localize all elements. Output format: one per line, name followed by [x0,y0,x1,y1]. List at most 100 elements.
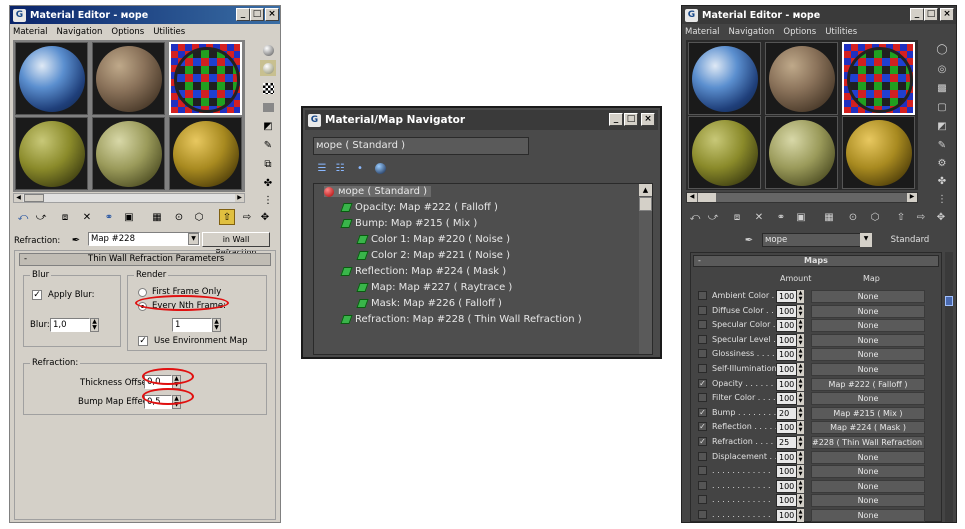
get-material-icon[interactable]: ⤺ [15,209,31,225]
tree-node-reflection[interactable]: Reflection: Map #224 ( Mask ) [340,266,506,277]
put-to-scene-icon[interactable]: ⤻ [33,209,49,225]
navigator-maximize-button[interactable]: □ [624,113,638,126]
rollout-toggle[interactable]: - [24,254,27,264]
right-material-dropdown-arrow-icon[interactable]: ▼ [860,233,872,247]
blur-value-field[interactable]: 1,0 [50,318,90,332]
map-slot-button[interactable]: #228 ( Thin Wall Refraction ) [811,436,925,449]
map-amount-field[interactable]: 100 [776,509,797,522]
map-slot-button[interactable]: None [811,333,925,347]
map-slot-button[interactable]: None [811,348,925,362]
map-slot-button[interactable]: None [811,392,925,406]
map-slot-button[interactable]: None [811,465,925,479]
right-assign-icon[interactable]: ⧈ [730,210,744,224]
navigator-search-field[interactable]: море ( Standard ) [313,137,529,155]
map-amount-spinner[interactable]: ▲ ▼ [797,494,804,508]
map-amount-field[interactable]: 100 [776,421,797,435]
map-slot-button[interactable]: Map #224 ( Mask ) [811,421,925,435]
tree-scroll-up-icon[interactable]: ▲ [639,184,652,196]
map-amount-spinner[interactable]: ▲ ▼ [797,377,804,391]
maps-rollout-header[interactable]: - Maps [693,255,939,267]
map-enable-checkbox[interactable] [698,495,707,505]
map-amount-field[interactable]: 100 [776,333,797,347]
right-sample-slot-2[interactable] [765,42,838,115]
map-amount-spinner[interactable]: ▲ ▼ [797,392,804,406]
right-effects-channel-icon[interactable]: ▦ [822,210,836,224]
map-amount-field[interactable]: 100 [776,304,797,318]
reset-map-icon[interactable]: ✕ [79,209,95,225]
map-slot-button[interactable]: None [811,494,925,508]
select-by-material-icon[interactable]: ✤ [260,175,276,191]
right-maximize-button[interactable]: □ [924,8,938,21]
map-enable-checkbox[interactable]: ✓ [698,407,707,417]
map-enable-checkbox[interactable]: ✓ [698,437,707,446]
view-large-icons-icon[interactable] [373,161,387,175]
tree-node-opacity[interactable]: Opacity: Map #222 ( Falloff ) [340,202,498,213]
right-show-map-icon[interactable]: ⊙ [846,210,860,224]
right-scroll-left-icon[interactable]: ◀ [687,193,697,202]
map-enable-checkbox[interactable] [698,334,707,344]
map-enable-checkbox[interactable] [698,393,707,403]
right-menu-utilities[interactable]: Utilities [825,27,857,37]
menu-navigation[interactable]: Navigation [57,27,103,37]
map-amount-field[interactable]: 100 [776,465,797,479]
blur-spinner[interactable]: ▲ ▼ [90,318,99,332]
right-video-check-icon[interactable]: ◩ [935,119,949,133]
sample-type-sphere-icon[interactable] [260,42,276,58]
right-put-to-scene-icon[interactable]: ⤻ [706,210,720,224]
map-slot-button[interactable]: None [811,304,925,318]
map-amount-spinner[interactable]: ▲ ▼ [797,465,804,479]
tree-node-refraction[interactable]: Refraction: Map #228 ( Thin Wall Refract… [340,314,582,325]
right-scroll-thumb[interactable] [698,193,716,202]
right-panel-scroll-indicator[interactable] [945,296,953,306]
map-slot-button[interactable]: None [811,290,925,303]
right-background-icon[interactable]: ▩ [935,81,949,95]
tree-node-color-1[interactable]: Color 1: Map #220 ( Noise ) [356,234,510,245]
map-enable-checkbox[interactable] [698,364,707,373]
right-sample-slot-4[interactable] [688,116,761,189]
right-menu-options[interactable]: Options [783,27,816,37]
sample-uv-tiling-icon[interactable] [260,99,276,115]
sample-slot-1[interactable] [15,42,88,115]
menu-material[interactable]: Material [13,27,48,37]
menu-utilities[interactable]: Utilities [153,27,185,37]
right-reset-map-icon[interactable]: ✕ [752,210,766,224]
map-amount-field[interactable]: 100 [776,377,797,391]
map-slot-button[interactable]: Map #215 ( Mix ) [811,406,925,420]
menu-options[interactable]: Options [111,27,144,37]
map-type-button[interactable]: in Wall Refraction [202,232,270,257]
map-amount-field[interactable]: 100 [776,494,797,508]
map-enable-checkbox[interactable] [698,451,707,461]
map-amount-spinner[interactable]: ▲ ▼ [797,509,804,522]
go-to-parent-icon[interactable]: ⇧ [219,209,235,225]
right-title-bar[interactable]: G Material Editor - море _ □ × [682,6,956,24]
scroll-left-arrow-icon[interactable]: ◀ [14,194,23,202]
map-amount-spinner[interactable]: ▲ ▼ [797,479,804,493]
right-get-material-icon[interactable]: ⤺ [688,210,702,224]
right-put-to-library-icon[interactable]: ▣ [794,210,808,224]
view-list-icon[interactable]: ☰ [315,161,329,175]
map-name-dropdown-arrow-icon[interactable]: ▼ [188,233,199,245]
map-amount-spinner[interactable]: ▲ ▼ [797,406,804,420]
map-amount-field[interactable]: 100 [776,392,797,406]
right-menu-material[interactable]: Material [685,27,720,37]
minimize-button[interactable]: _ [236,8,250,21]
map-enable-checkbox[interactable] [698,480,707,490]
right-eyedropper-icon[interactable]: ✒ [742,233,756,247]
map-amount-field[interactable]: 100 [776,348,797,362]
map-amount-field[interactable]: 100 [776,479,797,493]
view-small-icons-icon[interactable]: • [353,161,367,175]
right-sample-slot-6[interactable] [842,116,915,189]
tree-scroll-thumb[interactable] [639,197,652,211]
map-name-field[interactable]: Map #228 [88,232,200,246]
map-slot-button[interactable]: None [811,509,925,522]
map-slot-button[interactable]: Map #222 ( Falloff ) [811,377,925,391]
eyedropper-icon[interactable]: ✒ [68,232,84,248]
map-enable-checkbox[interactable] [698,510,707,519]
map-amount-spinner[interactable]: ▲ ▼ [797,421,804,435]
map-amount-spinner[interactable]: ▲ ▼ [797,348,804,362]
left-title-bar[interactable]: G Material Editor - море _ □ × [10,6,280,24]
right-slots-scrollbar[interactable]: ◀ ▶ [686,192,918,203]
background-checker-icon[interactable] [260,80,276,96]
sample-slot-3-active[interactable] [169,42,242,115]
right-show-end-result-icon[interactable]: ⬡ [868,210,882,224]
